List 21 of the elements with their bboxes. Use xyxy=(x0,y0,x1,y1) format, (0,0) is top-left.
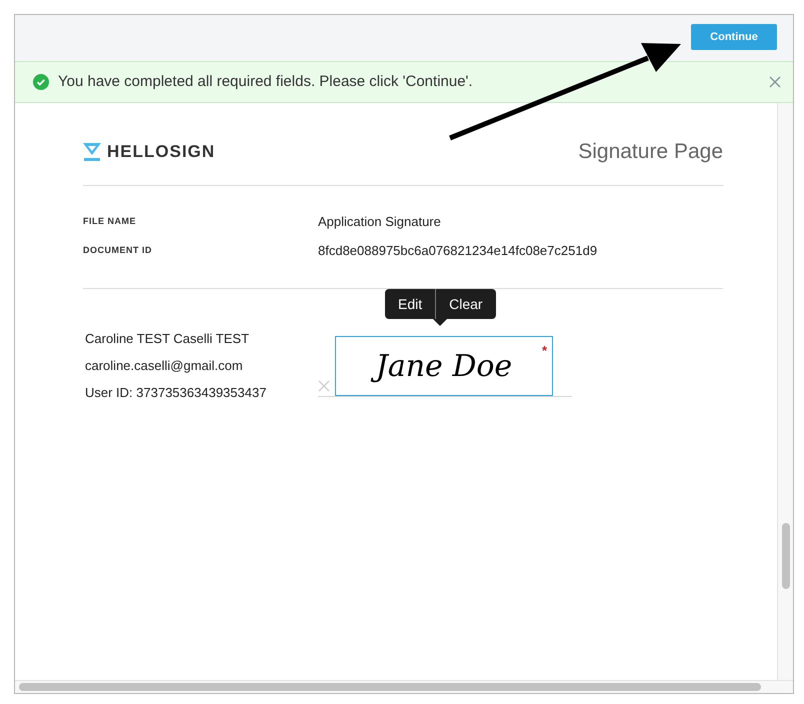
logo-text: HELLOSIGN xyxy=(107,141,216,164)
scrollbar-thumb[interactable] xyxy=(782,523,790,589)
logo-icon xyxy=(83,143,101,161)
signature-action-button[interactable]: Edit xyxy=(385,289,436,319)
horizontal-scrollbar[interactable] xyxy=(15,680,793,693)
check-circle-icon xyxy=(33,74,49,90)
signer-info: User ID: 373735363439353437 xyxy=(85,385,268,400)
field-label: FILE NAME xyxy=(83,215,137,228)
signer-info: caroline.caselli@gmail.com xyxy=(85,358,244,373)
field-value: 8fcd8e088975bc6a076821234e14fc08e7c251d9 xyxy=(318,242,598,260)
close-icon[interactable] xyxy=(769,76,781,88)
remove-icon[interactable] xyxy=(318,380,330,392)
required-mark: * xyxy=(542,342,547,360)
banner-message: You have completed all required fields. Please click 'Continue'. xyxy=(58,72,474,92)
vertical-scrollbar[interactable] xyxy=(777,103,793,680)
page-title: Signature Page xyxy=(578,139,723,166)
signature-field[interactable]: Jane Doe * xyxy=(335,336,553,396)
signer-info: Caroline TEST Caselli TEST xyxy=(85,331,250,346)
field-value: Application Signature xyxy=(318,213,442,231)
field-label: DOCUMENT ID xyxy=(83,244,153,256)
scrollbar-thumb[interactable] xyxy=(19,683,761,691)
